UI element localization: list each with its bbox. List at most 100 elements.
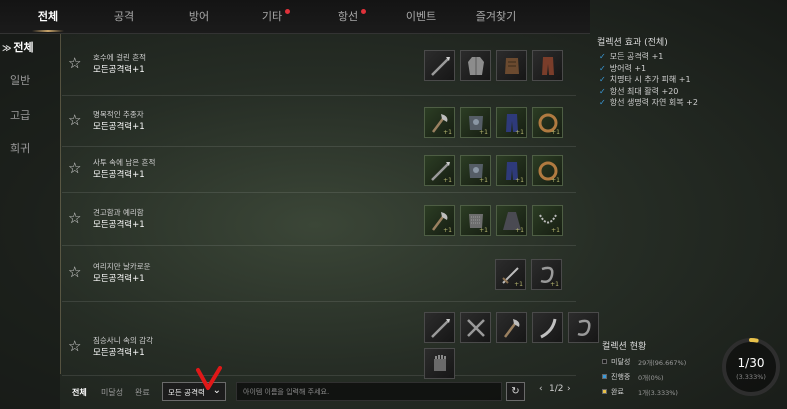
sidebar-item-label: 희귀 [10,142,31,155]
item-slot[interactable]: +1 [424,155,455,186]
item-slot[interactable] [532,50,563,81]
effects-panel-title: 컬렉션 효과 (전체) [597,38,668,48]
item-slot[interactable]: +1 [496,205,527,236]
collection-row[interactable]: ☆ 호수에 걸린 흔적 모든공격력+1 [62,34,576,96]
item-slot[interactable] [424,312,455,343]
spear-icon [431,57,450,76]
next-page-button[interactable]: › [567,384,571,394]
checkmark-icon: ✓ [599,75,606,84]
item-plus-label: +1 [443,129,452,136]
item-slot[interactable] [532,312,563,343]
collection-effect: 모든공격력+1 [93,220,145,230]
status-count: 29개(96.667%) [638,359,687,367]
item-slot[interactable]: +1 [460,107,491,138]
status-label: 진행중 [611,373,631,381]
collection-effect: 모든공격력+1 [93,348,145,358]
status-label: 미달성 [611,358,631,366]
status-count: 1개(3.333%) [638,389,678,397]
collection-row[interactable]: ☆ 짐승사니 속의 감각 모든공격력+1 [62,302,599,379]
item-slot[interactable]: +1 [460,205,491,236]
collection-title: 사투 속에 남은 흔적 [93,158,156,167]
item-slot[interactable]: +1 [532,155,563,186]
item-slot[interactable] [568,312,599,343]
favorite-star-icon[interactable]: ☆ [68,159,81,177]
item-plus-label: +1 [479,129,488,136]
item-plus-label: +1 [550,281,559,288]
item-slot[interactable] [460,50,491,81]
item-plus-label: +1 [551,227,560,234]
item-slot[interactable]: +1 [496,155,527,186]
collection-title: 명목적인 추종자 [93,110,144,119]
tab-4[interactable]: 항선 [318,0,378,34]
collection-row[interactable]: ☆ 명목적인 추종자 모든공격력+1 +1 +1 +1 +1 [62,96,576,147]
status-color-square [602,389,607,394]
sidebar-divider [60,34,61,374]
item-slot[interactable]: +1 [532,107,563,138]
item-slot[interactable]: +1 [532,205,563,236]
collection-row[interactable]: ☆ 사투 속에 남은 흔적모든공격력+1 +1 +1 +1 +1 [62,147,576,193]
item-slot[interactable]: +1 [496,107,527,138]
sidebar-item-3[interactable]: 희귀 [0,140,60,156]
tab-2[interactable]: 방어 [169,0,229,34]
status-label: 완료 [611,388,624,396]
effect-text: 항선 최대 활력 +20 [609,86,679,96]
item-plus-label: +1 [514,281,523,288]
crossed-weapons-icon [467,319,485,337]
tab-5[interactable]: 이벤트 [391,0,451,34]
search-input[interactable]: 아이템 이름을 입력해 주세요. [236,382,502,401]
item-slot[interactable] [496,312,527,343]
refresh-button[interactable]: ↻ [506,382,525,401]
sidebar-item-1[interactable]: 일반 [0,72,60,88]
status-row: 미달성 29개(96.667%) [602,357,686,367]
tab-3[interactable]: 기타 [242,0,302,34]
item-plus-label: +1 [515,177,524,184]
collection-row[interactable]: ☆ 여리지만 날카로운모든공격력+1 +1 +1 [62,246,576,302]
collection-effect: 모든공격력+1 [93,170,145,180]
collection-row[interactable]: ☆ 견고함과 예리함 모든공격력+1 +1 +1 +1 +1 [62,193,576,246]
item-slot[interactable]: +1 [531,259,562,290]
favorite-star-icon[interactable]: ☆ [68,337,81,355]
status-count: 0개(0%) [638,374,664,382]
effect-text: 방어력 +1 [609,63,647,73]
item-plus-label: +1 [479,177,488,184]
collection-effect-item: ✓ 항선 생명력 자연 회복 +2 [599,97,698,108]
status-row: 완료 1개(3.333%) [602,387,678,397]
tab-6[interactable]: 즐겨찾기 [466,0,526,34]
sidebar-item-label: 일반 [10,74,31,87]
status-color-square [602,359,607,364]
item-slot[interactable] [424,50,455,81]
sidebar-item-label: 고급 [10,109,31,122]
spear-icon [431,319,450,338]
favorite-star-icon[interactable]: ☆ [68,263,81,281]
item-slot[interactable] [424,348,455,379]
bracelet-icon [577,319,591,336]
checkmark-icon: ✓ [599,86,606,96]
item-plus-label: +1 [515,227,524,234]
favorite-star-icon[interactable]: ☆ [68,111,81,129]
item-slot[interactable] [460,312,491,343]
tab-1[interactable]: 공격 [94,0,154,34]
item-slot[interactable]: +1 [424,205,455,236]
sidebar-item-label: 전체 [13,41,34,54]
sidebar-item-2[interactable]: 고급 [0,107,60,123]
tab-0[interactable]: 전체 [18,0,78,34]
item-plus-label: +1 [551,177,560,184]
item-slot[interactable]: +1 [460,155,491,186]
sidebar-item-0[interactable]: ≫ 전체 [0,39,60,55]
item-slot[interactable] [496,50,527,81]
favorite-star-icon[interactable]: ☆ [68,54,81,72]
filter-0[interactable]: 전체 [72,387,87,398]
collection-title: 여리지만 날카로운 [93,262,151,271]
item-slot[interactable]: +1 [424,107,455,138]
progress-ring-percent: (3.333%) [736,373,766,381]
collection-title: 호수에 걸린 흔적 [93,53,147,62]
item-plus-label: +1 [551,129,560,136]
curved-blade-icon [540,318,557,339]
item-plus-label: +1 [515,129,524,136]
prev-page-button[interactable]: ‹ [539,384,543,394]
collection-effect: 모든공격력+1 [93,274,145,284]
item-slot[interactable]: +1 [495,259,526,290]
filter-2[interactable]: 완료 [135,387,150,398]
filter-1[interactable]: 미달성 [101,387,123,398]
favorite-star-icon[interactable]: ☆ [68,209,81,227]
